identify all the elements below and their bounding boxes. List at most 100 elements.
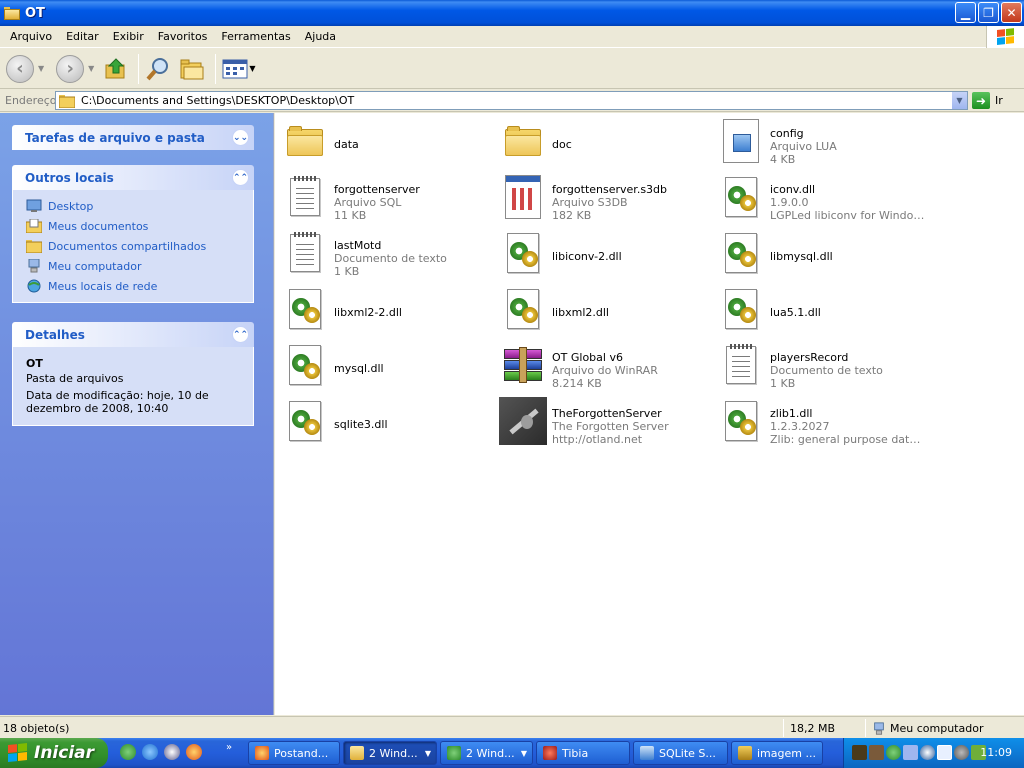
taskbar-button[interactable]: 2 Wind... ▼ [343, 741, 437, 765]
details-header[interactable]: Detalhes ⌃⌃ [12, 322, 254, 347]
taskbar-button[interactable]: 2 Wind... ▼ [440, 741, 533, 765]
file-item[interactable]: forgottenserver Arquivo SQL 11 KB [281, 173, 491, 223]
s3db-file-icon-part [512, 188, 536, 210]
taskbar-button-label: SQLite S... [659, 746, 716, 760]
address-dropdown-button[interactable]: ▼ [951, 92, 967, 109]
file-item[interactable]: data [281, 117, 491, 167]
file-item[interactable]: libiconv-2.dll [499, 229, 709, 279]
file-item[interactable]: forgottenserver.s3db Arquivo S3DB 182 KB [499, 173, 709, 223]
chevron-down-icon[interactable]: ▼ [88, 64, 94, 73]
file-name: config [770, 127, 804, 140]
file-item[interactable]: mysql.dll [281, 341, 491, 391]
dll-file-icon-part [522, 251, 538, 267]
file-item[interactable]: libxml2-2.dll [281, 285, 491, 335]
file-item[interactable]: doc [499, 117, 709, 167]
dll-file-icon-part [725, 177, 757, 217]
messenger-icon[interactable] [120, 744, 136, 760]
file-item[interactable]: lastMotd Documento de texto 1 KB [281, 229, 491, 279]
menu-editar[interactable]: Editar [59, 27, 106, 47]
volume-icon[interactable] [954, 745, 969, 760]
collapse-button[interactable]: ⌃⌃ [232, 169, 249, 186]
folders-icon [180, 59, 204, 79]
text-document-icon-part [732, 366, 750, 367]
file-name: TheForgottenServer [552, 407, 662, 420]
file-name: forgottenserver [334, 183, 420, 196]
taskbar-button[interactable]: SQLite S... [633, 741, 728, 765]
file-item[interactable]: playersRecord Documento de texto 1 KB [717, 341, 927, 391]
toolbar-separator [138, 53, 140, 84]
taskbar-button-label: Tibia [562, 746, 589, 760]
tray-app-icon[interactable] [852, 745, 867, 760]
close-icon: ✕ [1006, 5, 1017, 20]
tray-app-icon[interactable] [869, 745, 884, 760]
go-label: Ir [995, 94, 1003, 107]
place-my-documents[interactable]: Meus documentos [26, 216, 240, 236]
minimize-button[interactable]: ▁ [955, 2, 976, 23]
network-icon[interactable] [903, 745, 918, 760]
place-my-network[interactable]: Meus locais de rede [26, 276, 240, 296]
menu-ferramentas[interactable]: Ferramentas [214, 27, 297, 47]
place-my-computer[interactable]: Meu computador [26, 256, 240, 276]
file-item[interactable]: config Arquivo LUA 4 KB [717, 117, 927, 167]
file-item[interactable]: lua5.1.dll [717, 285, 927, 335]
file-item[interactable]: TheForgottenServer The Forgotten Server ht… [499, 397, 709, 447]
chevron-right-icon[interactable]: » [226, 742, 232, 753]
taskbar-button[interactable]: Tibia [536, 741, 630, 765]
close-button[interactable]: ✕ [1001, 2, 1022, 23]
collapse-button[interactable]: ⌃⌃ [232, 326, 249, 343]
toolbar-separator [215, 53, 217, 84]
forward-button[interactable]: › ▼ [56, 52, 94, 86]
menu-favoritos[interactable]: Favoritos [151, 27, 215, 47]
expand-button[interactable]: ⌄⌄ [232, 129, 249, 146]
file-list[interactable]: data doc config Arquivo LUA 4 KB forgottenser… [275, 113, 1024, 715]
file-item[interactable]: zlib1.dll 1.2.3.2027 Zlib: general purpose… [717, 397, 927, 447]
taskbar-button[interactable]: imagem ... [731, 741, 823, 765]
file-info: OT Global v6 Arquivo do WinRAR 8.214 KB [552, 341, 709, 390]
details-panel: Detalhes ⌃⌃ OT Pasta de arquivos Data de… [12, 322, 254, 426]
shield-icon[interactable] [920, 745, 935, 760]
address-input[interactable]: C:\Documents and Settings\DESKTOP\Deskto… [55, 91, 968, 110]
dll-file-icon [281, 285, 329, 333]
dll-file-icon-part [740, 195, 756, 211]
file-item[interactable]: libmysql.dll [717, 229, 927, 279]
start-button[interactable]: Iniciar [0, 738, 108, 768]
back-button[interactable]: ‹ ▼ [6, 52, 44, 86]
dll-file-icon-part [725, 401, 757, 441]
other-places-title: Outros locais [25, 170, 114, 185]
go-button[interactable]: ➜ Ir [972, 92, 1003, 109]
place-shared-documents[interactable]: Documentos compartilhados [26, 236, 240, 256]
place-desktop[interactable]: Desktop [26, 196, 240, 216]
messenger-icon[interactable] [886, 745, 901, 760]
title-bar[interactable]: OT ▁ ❐ ✕ [0, 0, 1024, 26]
firefox-icon[interactable] [186, 744, 202, 760]
security-icon[interactable] [937, 745, 952, 760]
internet-explorer-icon[interactable] [142, 744, 158, 760]
winrar-archive-icon-part [519, 347, 527, 383]
folders-button[interactable] [179, 52, 205, 86]
media-player-icon[interactable] [164, 744, 180, 760]
views-button[interactable]: ▼ [222, 52, 255, 86]
file-item[interactable]: OT Global v6 Arquivo do WinRAR 8.214 KB [499, 341, 709, 391]
place-label: Documentos compartilhados [48, 239, 207, 253]
file-item[interactable]: sqlite3.dll [281, 397, 491, 447]
file-info: data [334, 117, 491, 151]
taskbar-button[interactable]: Postand... [248, 741, 340, 765]
place-label: Meus locais de rede [48, 279, 158, 293]
status-location: Meu computador [872, 720, 983, 737]
tasks-header[interactable]: Tarefas de arquivo e pasta ⌄⌄ [12, 125, 254, 150]
menu-exibir[interactable]: Exibir [106, 27, 151, 47]
file-item[interactable]: libxml2.dll [499, 285, 709, 335]
lua-file-icon [717, 117, 765, 165]
chevron-down-icon[interactable]: ▼ [38, 64, 44, 73]
chevron-down-icon[interactable]: ▼ [249, 64, 255, 73]
maximize-button[interactable]: ❐ [978, 2, 999, 23]
other-places-header[interactable]: Outros locais ⌃⌃ [12, 165, 254, 190]
search-button[interactable] [145, 52, 171, 86]
up-folder-button[interactable] [104, 52, 128, 86]
double-chevron-down-icon: ⌄⌄ [232, 132, 249, 143]
text-document-icon-part [296, 254, 314, 255]
text-document-icon-part [726, 344, 756, 384]
file-item[interactable]: iconv.dll 1.9.0.0 LGPLed libiconv for Wind… [717, 173, 927, 223]
menu-arquivo[interactable]: Arquivo [3, 27, 59, 47]
menu-ajuda[interactable]: Ajuda [298, 27, 343, 47]
